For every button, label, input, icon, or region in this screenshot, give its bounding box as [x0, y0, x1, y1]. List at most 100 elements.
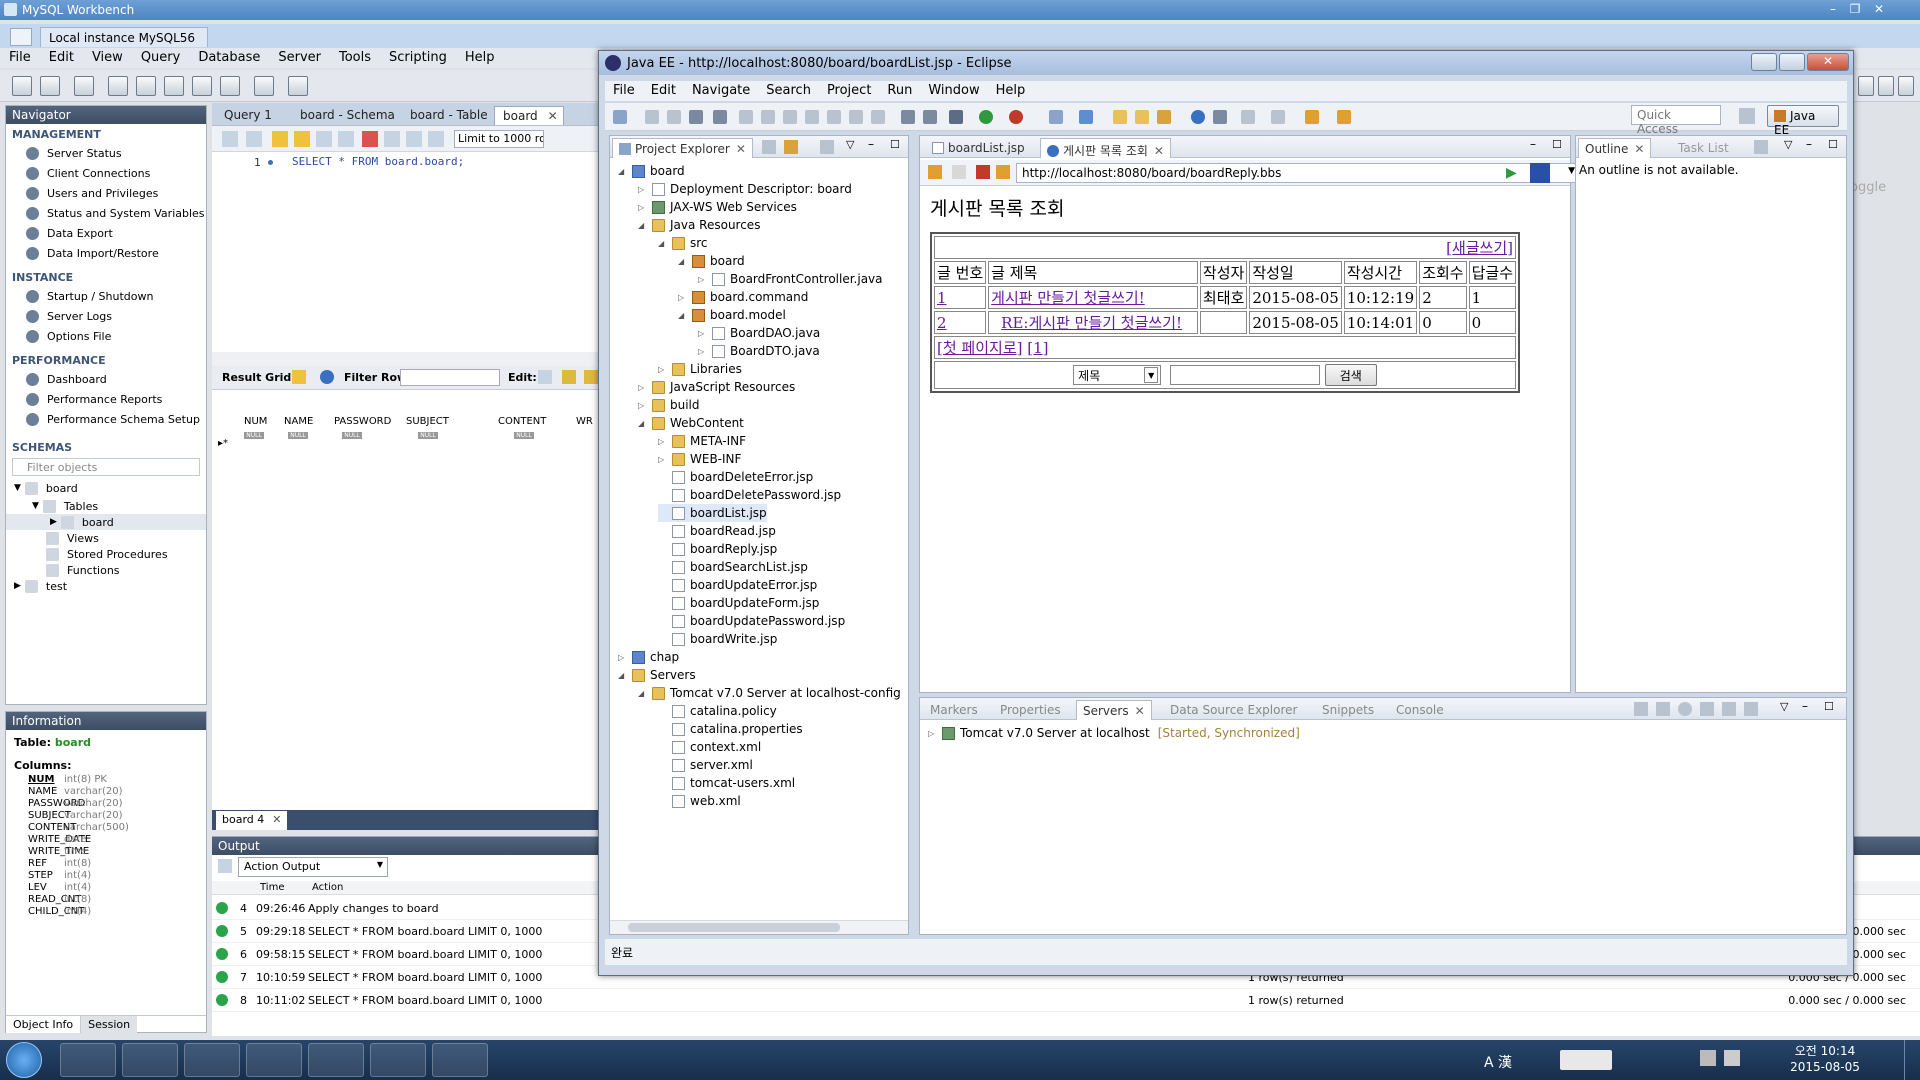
expand-icon[interactable]: ▷	[638, 203, 648, 212]
step-into-icon[interactable]	[827, 110, 841, 124]
home-icon[interactable]	[10, 28, 32, 46]
nav-item-performance-reports[interactable]: Performance Reports	[6, 389, 206, 409]
stop-icon[interactable]	[976, 165, 990, 179]
menu-file[interactable]: File	[0, 48, 40, 67]
refresh-icon[interactable]	[320, 370, 334, 384]
menu-view[interactable]: View	[83, 48, 132, 67]
tab-browser[interactable]: 게시판 목록 조회 ✕	[1040, 138, 1171, 158]
expand-icon[interactable]: ▷	[678, 293, 688, 302]
utorrent-icon[interactable]	[122, 1043, 178, 1077]
tree-item[interactable]: ▷ Libraries	[658, 360, 742, 378]
disconnect-icon[interactable]	[805, 110, 819, 124]
menu-navigate[interactable]: Navigate	[684, 81, 758, 100]
expand-icon[interactable]: ▷	[638, 383, 648, 392]
tab-session[interactable]: Session	[81, 1016, 138, 1033]
tab-data-source-explorer[interactable]: Data Source Explorer	[1164, 700, 1303, 720]
debug-icon[interactable]	[949, 110, 963, 124]
expand-icon[interactable]: ◢	[638, 689, 648, 698]
server-entry[interactable]: ▷ Tomcat v7.0 Server at localhost [Start…	[928, 724, 1300, 742]
tab-close-icon[interactable]: ✕	[548, 109, 558, 123]
minimize-icon[interactable]: –	[1824, 2, 1842, 16]
tree-item[interactable]: ◢ Servers	[618, 666, 696, 684]
open-type-icon[interactable]	[1113, 110, 1127, 124]
tree-item[interactable]: ▷ WEB-INF	[658, 450, 741, 468]
clock-date[interactable]: 2015-08-05	[1790, 1060, 1860, 1074]
menu-file[interactable]: File	[605, 81, 643, 100]
tab-close-icon[interactable]: ✕	[1154, 144, 1164, 158]
post-title-link[interactable]: RE:게시판 만들기 첫글쓰기!	[1001, 314, 1182, 332]
menu-project[interactable]: Project	[819, 81, 879, 100]
toggle-icon[interactable]	[923, 110, 937, 124]
result-grid-label[interactable]: Result Grid	[222, 371, 291, 384]
tab-task-list[interactable]: Task List	[1672, 138, 1735, 158]
null-cell[interactable]: NULL	[288, 432, 308, 439]
new-sql-tab-icon[interactable]	[12, 76, 32, 96]
filter-rows-input[interactable]	[400, 369, 500, 386]
tab-boardlist-jsp[interactable]: boardList.jsp	[926, 138, 1031, 158]
tab-console[interactable]: Console	[1390, 700, 1450, 720]
expand-icon[interactable]: ▶	[14, 581, 21, 591]
layout-toggle-icon[interactable]	[1858, 76, 1874, 96]
minimize-view-icon[interactable]: –	[868, 137, 874, 151]
schema-test[interactable]: ▶ test	[6, 578, 206, 594]
tree-item[interactable]: ▷ Deployment Descriptor: board	[638, 180, 852, 198]
quick-access-input[interactable]: Quick Access	[1631, 105, 1721, 136]
toggle-error-icon[interactable]	[362, 131, 378, 147]
copy-icon[interactable]	[218, 859, 232, 873]
tab-project-explorer[interactable]: Project Explorer ✕	[612, 138, 753, 158]
view-menu-icon[interactable]: ▽	[1780, 700, 1788, 713]
skip-breakpoints-icon[interactable]	[713, 110, 727, 124]
collapse-all-icon[interactable]	[762, 140, 776, 154]
new-icon[interactable]	[613, 110, 627, 124]
tab-snippets[interactable]: Snippets	[1316, 700, 1380, 720]
keyboard-indicator[interactable]	[1560, 1050, 1612, 1070]
search-button[interactable]: 검색	[1324, 364, 1377, 386]
tree-item[interactable]: ▷ BoardDAO.java	[698, 324, 820, 342]
schema-board[interactable]: ▼ board	[6, 478, 206, 498]
forward-icon[interactable]	[1337, 110, 1351, 124]
new-server-icon[interactable]	[1049, 110, 1063, 124]
focus-icon[interactable]	[820, 140, 834, 154]
run-icon[interactable]	[979, 110, 993, 124]
tab-servers[interactable]: Servers ✕	[1076, 700, 1152, 720]
expand-icon[interactable]: ▷	[698, 347, 708, 356]
nav-item-users-privileges[interactable]: Users and Privileges	[6, 183, 206, 203]
tree-item[interactable]: ◢ board	[678, 252, 745, 270]
tree-item[interactable]: ◢ board	[618, 162, 685, 180]
browser-menu-icon[interactable]	[1530, 163, 1550, 183]
close-icon[interactable]: ✕	[1807, 53, 1849, 71]
null-row[interactable]: NULL NULL NULL NULL NULL	[240, 432, 592, 439]
expand-icon[interactable]: ▷	[698, 329, 708, 338]
debug-server-icon[interactable]	[1656, 702, 1670, 716]
functions-node[interactable]: Functions	[6, 562, 206, 578]
tree-item[interactable]: ▷ BoardFrontController.java	[698, 270, 883, 288]
view-menu-icon[interactable]: ▽	[1784, 138, 1792, 151]
focus-icon[interactable]	[1754, 140, 1768, 154]
tree-item[interactable]: ▷ build	[638, 396, 700, 414]
tree-item[interactable]: ◢ WebContent	[638, 414, 744, 432]
layout-toggle-icon[interactable]	[1898, 76, 1914, 96]
save-all-icon[interactable]	[667, 110, 681, 124]
open-folder-icon[interactable]	[1135, 110, 1149, 124]
nav-item-startup-shutdown[interactable]: Startup / Shutdown	[6, 286, 206, 306]
web-browser-icon[interactable]	[1191, 110, 1205, 124]
profile-server-icon[interactable]	[1700, 702, 1714, 716]
search-field-select[interactable]: 제목 ▼	[1073, 365, 1162, 385]
prev-annotation-icon[interactable]	[1271, 110, 1285, 124]
start-server-icon[interactable]	[1678, 702, 1692, 716]
go-icon[interactable]: ▶	[1506, 165, 1522, 181]
menu-window[interactable]: Window	[920, 81, 987, 100]
create-function-icon[interactable]	[220, 76, 240, 96]
menu-query[interactable]: Query	[132, 48, 190, 67]
expand-icon[interactable]: ▶	[50, 517, 57, 527]
grid-icon[interactable]	[292, 370, 306, 384]
expand-icon[interactable]: ◢	[638, 221, 648, 230]
annotation-icon[interactable]	[1213, 110, 1227, 124]
null-cell[interactable]: NULL	[244, 432, 264, 439]
ime-indicator[interactable]: A 漢	[1484, 1052, 1534, 1071]
save-icon[interactable]	[645, 110, 659, 124]
menu-edit[interactable]: Edit	[40, 48, 83, 67]
eclipse-icon[interactable]	[246, 1043, 302, 1077]
close-icon[interactable]: ✕	[1870, 2, 1888, 16]
collapse-icon[interactable]	[1634, 702, 1648, 716]
